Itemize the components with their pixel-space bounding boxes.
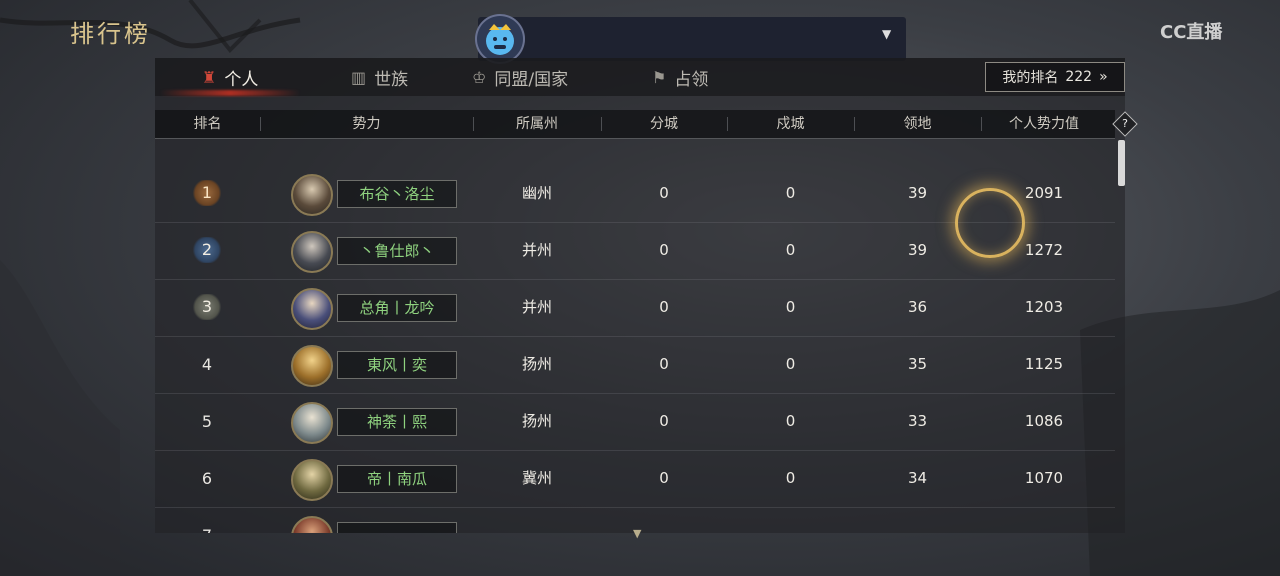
rank-number: 5 [201, 412, 213, 431]
garrison-cell: 0 [785, 355, 796, 373]
col-rank[interactable]: 排名 [155, 110, 260, 138]
rank-badge-silver: 2 [192, 237, 222, 263]
power-cell: 1203 [1024, 298, 1064, 316]
rank-badge-bronze: 3 [192, 294, 222, 320]
avatar[interactable] [291, 174, 333, 216]
branch-cell: 0 [659, 355, 669, 373]
col-garrison-city[interactable]: 戍城 [727, 110, 854, 138]
table-row[interactable]: 4 東风丨奕 扬州 0 0 35 1125 [155, 336, 1115, 394]
col-power-name[interactable]: 势力 [260, 110, 473, 138]
rank-badge-gold: 1 [192, 180, 222, 206]
territory-cell: 33 [907, 412, 928, 430]
person-flame-icon: ♜ [202, 67, 217, 87]
state-cell: 扬州 [521, 355, 552, 373]
table-row[interactable]: 6 帝丨南瓜 冀州 0 0 34 1070 [155, 450, 1115, 508]
scrollbar-thumb[interactable] [1118, 140, 1125, 186]
rank-number: 7 [192, 507, 222, 533]
double-chevron-right-icon: » [1099, 69, 1108, 85]
flag-icon: ⚑ [652, 67, 667, 87]
table-row[interactable]: 3 总角丨龙吟 并州 0 0 36 1203 [155, 279, 1115, 337]
territory-cell: 36 [907, 298, 928, 316]
scroll-down-arrow-icon[interactable]: ▼ [633, 527, 641, 540]
my-rank-value: 222 [1065, 69, 1093, 85]
tab-label: 世族 [374, 69, 409, 90]
player-name[interactable]: 总角丨龙吟 [337, 294, 457, 322]
territory-cell: 35 [907, 355, 928, 373]
avatar[interactable] [291, 402, 333, 444]
player-name[interactable]: 布谷丶洛尘 [337, 180, 457, 208]
player-name[interactable] [337, 522, 457, 533]
table-header: 排名 势力 所属州 分城 戍城 领地 个人势力值 [155, 110, 1115, 139]
territory-cell: 34 [907, 469, 928, 487]
col-state[interactable]: 所属州 [473, 110, 601, 138]
state-cell: 幽州 [521, 184, 552, 202]
power-cell: 1070 [1024, 469, 1064, 487]
garrison-cell: 0 [785, 184, 796, 202]
page-title: 排行榜 [70, 20, 151, 48]
garrison-cell: 0 [785, 298, 796, 316]
player-name[interactable]: 帝丨南瓜 [337, 465, 457, 493]
chevron-down-icon[interactable]: ▼ [882, 27, 891, 41]
player-name[interactable]: 神荼丨熙 [337, 408, 457, 436]
table-row[interactable]: 5 神荼丨熙 扬州 0 0 33 1086 [155, 393, 1115, 451]
avatar[interactable] [291, 459, 333, 501]
player-name[interactable]: 丶鲁仕郎丶 [337, 237, 457, 265]
branch-cell: 0 [659, 184, 669, 202]
tab-label: 占领 [674, 69, 709, 90]
my-rank-label: 我的排名 [1002, 70, 1059, 86]
garrison-cell: 0 [785, 469, 796, 487]
rank-number: 6 [201, 469, 213, 488]
state-cell: 并州 [521, 241, 552, 259]
server-avatar[interactable] [475, 14, 525, 64]
stream-watermark: CC直播 [1160, 22, 1223, 43]
state-cell: 冀州 [521, 469, 552, 487]
avatar[interactable] [291, 345, 333, 387]
col-branch-city[interactable]: 分城 [601, 110, 727, 138]
rank-number: 4 [201, 355, 213, 374]
power-cell: 1125 [1024, 355, 1064, 373]
tap-effect-ring [955, 188, 1025, 258]
branch-cell: 0 [659, 412, 669, 430]
tab-label: 同盟/国家 [494, 69, 569, 90]
active-tab-indicator [160, 90, 300, 96]
state-cell: 扬州 [521, 412, 552, 430]
player-name[interactable]: 東风丨奕 [337, 351, 457, 379]
power-cell: 1086 [1024, 412, 1064, 430]
alliance-icon: ♔ [472, 67, 487, 87]
branch-cell: 0 [659, 298, 669, 316]
tab-occupation[interactable]: ⚑ 占领 [652, 58, 708, 96]
mascot-icon [486, 24, 514, 55]
branch-cell: 0 [659, 241, 669, 259]
garrison-cell: 0 [785, 241, 796, 259]
avatar[interactable] [291, 288, 333, 330]
tab-label: 个人 [224, 69, 259, 90]
col-territory[interactable]: 领地 [854, 110, 981, 138]
tab-alliance[interactable]: ♔ 同盟/国家 [472, 58, 568, 96]
my-rank-button[interactable]: 我的排名 222 » [985, 62, 1125, 92]
col-personal-power[interactable]: 个人势力值 [981, 110, 1107, 138]
server-select[interactable] [478, 17, 906, 61]
branch-cell: 0 [659, 469, 669, 487]
tab-clan[interactable]: ▥ 世族 [351, 58, 408, 96]
ranking-tabs: ♜ 个人 ▥ 世族 ♔ 同盟/国家 ⚑ 占领 [155, 58, 1125, 96]
state-cell: 并州 [521, 298, 552, 316]
clan-icon: ▥ [351, 67, 367, 87]
garrison-cell: 0 [785, 412, 796, 430]
avatar[interactable] [291, 516, 333, 533]
avatar[interactable] [291, 231, 333, 273]
